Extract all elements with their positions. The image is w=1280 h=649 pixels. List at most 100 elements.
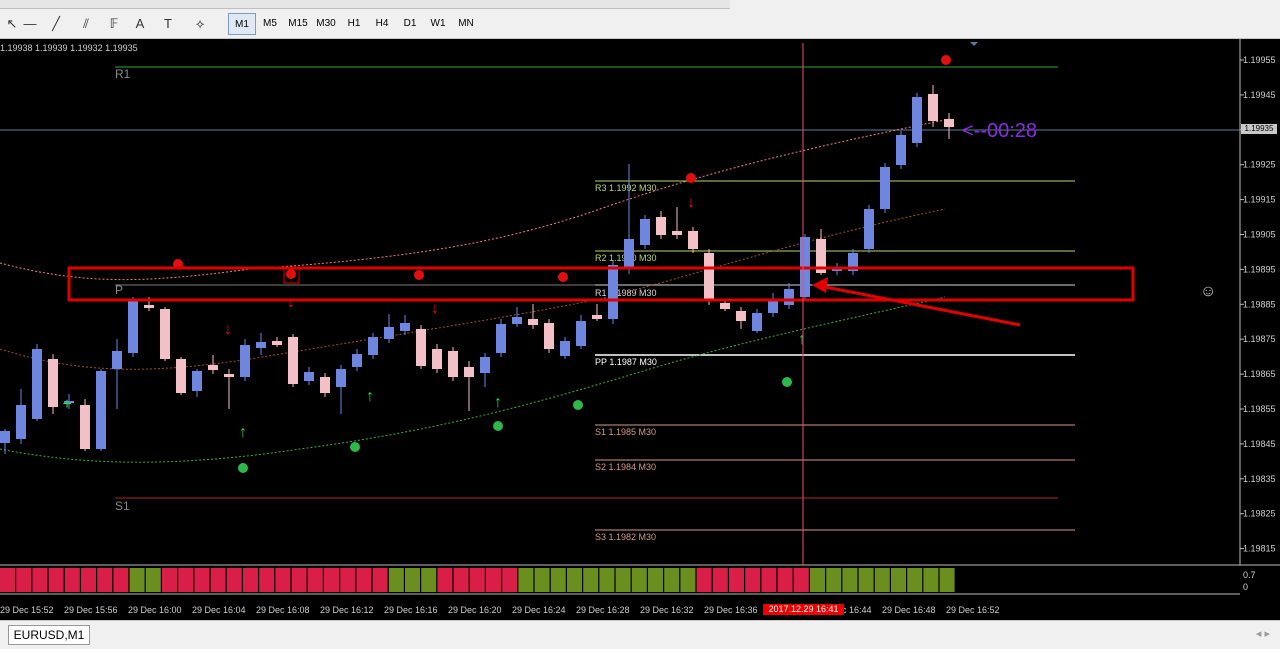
- bullish-candle: [192, 371, 202, 391]
- sell-arrow-icon: ↓: [224, 321, 232, 338]
- timeframe-h1[interactable]: H1: [340, 13, 368, 35]
- bullish-candle: [256, 342, 266, 348]
- histogram-bar: [405, 568, 420, 592]
- text-icon[interactable]: A: [130, 14, 150, 34]
- time-axis-label: 29 Dec 16:36: [704, 605, 758, 615]
- price-axis-label: 1.19955: [1243, 55, 1276, 65]
- timeframe-mn[interactable]: MN: [452, 13, 480, 35]
- tab-scroll-arrows-icon[interactable]: ◂ ▸: [1256, 627, 1270, 640]
- timeframe-m1[interactable]: M1: [228, 13, 256, 35]
- bearish-candle: [672, 231, 682, 235]
- histogram-bar: [16, 568, 32, 592]
- timeframe-m15[interactable]: M15: [284, 13, 312, 35]
- bearish-candle: [80, 405, 90, 449]
- histogram-bar: [0, 568, 15, 592]
- chart-tab-bar: EURUSD,M1 ◂ ▸: [0, 620, 1280, 649]
- bullish-candle: [512, 317, 522, 324]
- histogram-bar: [421, 568, 437, 592]
- histogram-bar: [907, 568, 923, 592]
- bearish-candle: [528, 319, 538, 325]
- buy-signal-dot: [238, 463, 248, 473]
- sell-signal-dot: [558, 272, 568, 282]
- fibonacci-icon[interactable]: 𝔽: [104, 14, 124, 34]
- histogram-bar: [340, 568, 356, 592]
- histogram-bar: [113, 568, 129, 592]
- bearish-candle: [704, 253, 714, 301]
- bearish-candle: [688, 231, 698, 249]
- histogram-bar: [469, 568, 485, 592]
- p-label: P: [115, 283, 123, 297]
- histogram-bar: [631, 568, 647, 592]
- sell-arrow-icon: ↓: [431, 300, 439, 317]
- histogram-bar: [939, 568, 955, 592]
- m30-pivot-label: S3 1.1982 M30: [595, 532, 656, 542]
- histogram-bar: [502, 568, 518, 592]
- histogram-bar: [145, 568, 161, 592]
- sell-signal-dot: [286, 269, 296, 279]
- histogram-bar: [372, 568, 388, 592]
- histogram-bar: [518, 568, 534, 592]
- time-axis-label: 29 Dec 16:32: [640, 605, 694, 615]
- m30-pivot-label: R3 1.1992 M30: [595, 183, 657, 193]
- bullish-candle: [640, 219, 650, 245]
- bullish-candle: [768, 301, 778, 313]
- histogram-bar: [291, 568, 307, 592]
- histogram-bar: [243, 568, 258, 592]
- label-icon[interactable]: T: [158, 14, 178, 34]
- timeframe-w1[interactable]: W1: [424, 13, 452, 35]
- time-axis-label: 29 Dec 16:48: [882, 605, 936, 615]
- timeframe-m30[interactable]: M30: [312, 13, 340, 35]
- bullish-candle: [496, 324, 506, 353]
- histogram-bar: [712, 568, 728, 592]
- histogram-bar: [129, 568, 145, 592]
- histogram-bar: [777, 568, 793, 592]
- histogram-bar: [486, 568, 501, 592]
- r1-label: R1: [115, 67, 131, 81]
- cursor-icon[interactable]: ↖: [2, 14, 22, 34]
- bullish-candle: [112, 351, 122, 369]
- m30-pivot-label: PP 1.1987 M30: [595, 357, 657, 367]
- bullish-candle: [96, 371, 106, 449]
- histogram-bar: [923, 568, 939, 592]
- histogram-bar: [615, 568, 631, 592]
- channel-icon[interactable]: ⫽: [76, 14, 96, 34]
- buy-arrow-icon: ↑: [798, 331, 806, 348]
- bullish-candle: [864, 209, 874, 249]
- bullish-candle: [912, 97, 922, 143]
- sell-arrow-icon: ↓: [687, 194, 695, 211]
- price-axis-label: 1.19865: [1243, 369, 1276, 379]
- timeframe-h4[interactable]: H4: [368, 13, 396, 35]
- bullish-candle: [0, 431, 10, 443]
- time-axis-label: 29 Dec 16:12: [320, 605, 374, 615]
- buy-arrow-icon: ↑: [239, 424, 247, 441]
- histogram-bar: [550, 568, 566, 592]
- annotation-arrow-head: [812, 277, 828, 293]
- ohlc-readout: 1.19938 1.19939 1.19932 1.19935: [0, 43, 138, 53]
- bearish-candle: [224, 374, 234, 377]
- price-axis-label: 1.19885: [1243, 299, 1276, 309]
- histogram-bar: [599, 568, 615, 592]
- crosshair-icon[interactable]: —: [20, 14, 40, 34]
- bearish-candle: [416, 329, 426, 366]
- bullish-candle: [368, 337, 378, 355]
- diagonal-line-icon[interactable]: ╱: [46, 14, 66, 34]
- histogram-bar: [729, 568, 744, 592]
- bullish-candle: [560, 341, 570, 356]
- bullish-candle: [32, 349, 42, 419]
- price-axis-label: 1.19925: [1243, 160, 1276, 170]
- histogram-bar: [680, 568, 696, 592]
- histogram-bar: [178, 568, 194, 592]
- bearish-candle: [48, 359, 58, 407]
- timeframe-m5[interactable]: M5: [256, 13, 284, 35]
- price-chart[interactable]: 1.19955 1.19945 1.19935 1.19925 1.19915 1.199…: [0, 39, 1280, 620]
- bearish-candle: [144, 305, 154, 308]
- bullish-candle: [336, 369, 346, 387]
- timeframe-d1[interactable]: D1: [396, 13, 424, 35]
- histogram-bar: [874, 568, 890, 592]
- bearish-candle: [656, 217, 666, 235]
- s1-label: S1: [115, 499, 130, 513]
- tab-eurusd-m1[interactable]: EURUSD,M1: [8, 625, 90, 645]
- toolbar: ↖ — ╱ ⫽ 𝔽 A T ⟡ M1 M5 M15 M30 H1 H4 D1 W1 MN: [0, 0, 1280, 39]
- time-axis-label: 29 Dec 16:00: [128, 605, 182, 615]
- shapes-icon[interactable]: ⟡: [190, 14, 210, 34]
